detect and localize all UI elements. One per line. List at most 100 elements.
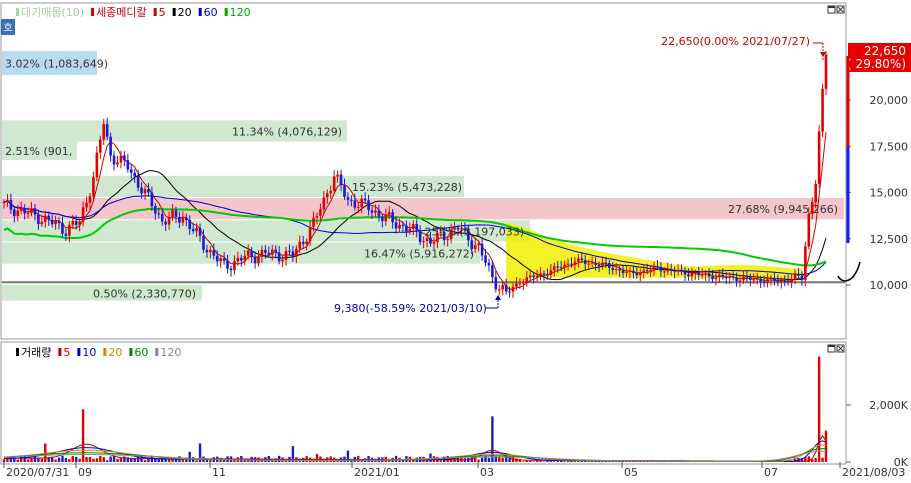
candle-body [285, 251, 288, 260]
candle-body [481, 244, 484, 256]
volume-bar [481, 458, 483, 462]
candle-body [354, 200, 357, 207]
candle-body [708, 273, 711, 276]
candle-body [295, 249, 298, 257]
price-panel-close-icon[interactable] [837, 6, 844, 13]
legend-swatch [154, 8, 157, 16]
candle-body [274, 250, 277, 253]
band-label: 3.02% (1,083,649) [5, 57, 108, 70]
candle-body [415, 224, 418, 232]
candle-body [749, 277, 752, 280]
volume-bar [89, 457, 91, 462]
candle-body [618, 269, 621, 270]
x-tick-label: 2021/01 [354, 466, 400, 478]
candle-body [491, 265, 494, 277]
volume-panel-close-icon[interactable] [837, 345, 844, 352]
candle-body [746, 277, 749, 278]
candle-body [250, 251, 253, 257]
candle-body [398, 225, 401, 229]
candle-body [752, 279, 755, 280]
volume-panel-maximize-icon[interactable] [828, 345, 835, 352]
legend-label: 세종메디칼 [96, 6, 147, 19]
volume-bar [529, 461, 531, 462]
x-tick-label: 03 [480, 466, 494, 478]
candle-body [209, 250, 212, 252]
candle-body [116, 162, 119, 164]
volume-bar [429, 453, 431, 462]
candle-body [312, 218, 315, 227]
volume-bars [3, 357, 827, 462]
volume-bar [23, 456, 25, 462]
candle-body [433, 242, 436, 244]
volume-bar [113, 456, 115, 462]
candle-body [560, 267, 563, 268]
volume-bar [41, 459, 43, 462]
legend-swatch [58, 348, 61, 356]
candle-body [343, 185, 346, 197]
candle-body [622, 271, 625, 274]
candle-body [206, 250, 209, 252]
volume-bar [58, 458, 60, 462]
candle-body [577, 259, 580, 262]
volume-bar [574, 461, 576, 462]
candle-body [188, 220, 191, 229]
price-y-tick-label: 17,500 [870, 140, 909, 153]
candle-body [171, 210, 174, 217]
candle-body [680, 270, 683, 271]
legend-swatch [173, 8, 176, 16]
candle-body [30, 208, 33, 212]
candle-body [412, 224, 415, 229]
volume-bar [189, 452, 191, 462]
volume-bar [144, 460, 146, 462]
candle-body [316, 216, 319, 218]
candle-body [47, 216, 50, 220]
candle-body [371, 210, 374, 212]
volume-bar [195, 460, 197, 462]
candle-body [660, 267, 663, 271]
candle-body [51, 220, 54, 224]
high-marker [813, 43, 826, 60]
candle-body [161, 214, 164, 222]
volume-y-axis: 0K2,000K [846, 399, 909, 469]
legend-label: 60 [134, 346, 148, 359]
candle-body [58, 221, 61, 223]
volume-bar [27, 459, 29, 462]
candle-body [522, 283, 525, 284]
chart-canvas: 3.02% (1,083,649)11.34% (4,076,129)2.51%… [0, 0, 911, 478]
candle-body [495, 277, 498, 289]
candle-body [247, 251, 250, 256]
price-panel-maximize-icon[interactable] [828, 6, 835, 13]
candle-body [367, 200, 370, 210]
candle-body [563, 265, 566, 268]
volume-bar [502, 458, 504, 462]
candle-body [82, 207, 85, 221]
candle-body [388, 212, 391, 214]
candle-body [821, 89, 824, 132]
candle-body [41, 222, 44, 224]
candle-body [636, 273, 639, 275]
candle-body [804, 246, 807, 280]
candle-body [326, 193, 329, 197]
volume-bar [536, 461, 538, 462]
candle-body [374, 211, 377, 213]
candle-body [261, 250, 264, 257]
band-label: 27.68% (9,945,266) [728, 203, 838, 216]
candle-body [96, 153, 99, 178]
candle-body [281, 260, 284, 262]
price-legend: 대기매물(10)세종메디칼52060120 [16, 6, 251, 19]
candle-body [20, 208, 23, 211]
candle-body [615, 269, 618, 270]
candle-body [202, 236, 205, 250]
candle-body [61, 223, 64, 234]
candle-body [223, 258, 226, 260]
candle-body [395, 222, 398, 228]
volume-bar [491, 416, 493, 462]
candle-body [574, 262, 577, 265]
candle-body [498, 289, 501, 290]
volume-bar [158, 459, 160, 462]
candle-body [350, 200, 353, 201]
candle-body [6, 200, 9, 202]
legend-label: 20 [108, 346, 122, 359]
candle-body [670, 269, 673, 270]
candle-body [629, 271, 632, 272]
